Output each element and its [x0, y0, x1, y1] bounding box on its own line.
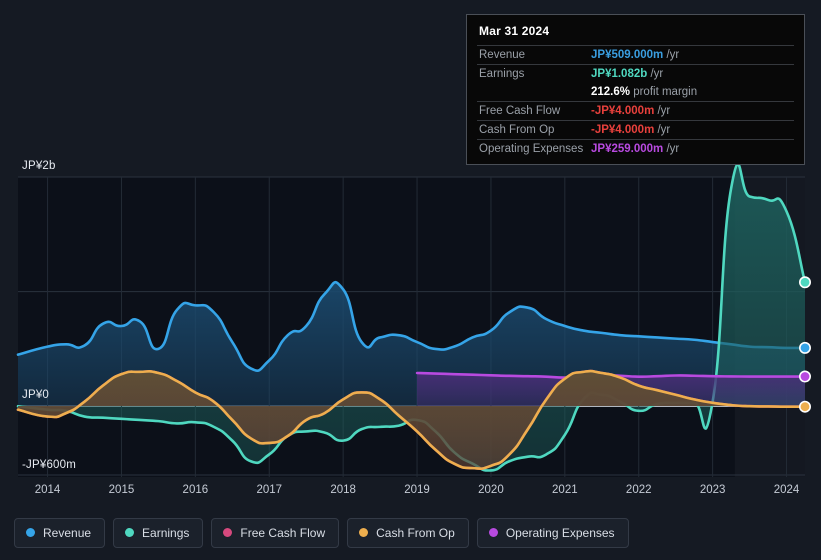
legend-color-dot-icon — [223, 528, 233, 537]
tooltip-row-key: Operating Expenses — [477, 139, 589, 158]
tooltip-row-key: Free Cash Flow — [477, 101, 589, 121]
endpoint-marker-cash-from-op[interactable] — [798, 400, 811, 413]
tooltip-row-value: JP¥1.082b /yr — [589, 64, 794, 83]
legend-item-label: Cash From Op — [376, 525, 455, 540]
legend-item-operating-expenses[interactable]: Operating Expenses — [476, 517, 629, 548]
x-axis-tick-2020: 2020 — [478, 484, 504, 496]
tooltip-row-key: Earnings — [477, 64, 589, 83]
legend-item-earnings[interactable]: Earnings — [113, 517, 204, 548]
tooltip-row-value: -JP¥4.000m /yr — [589, 120, 794, 140]
x-axis-tick-2021: 2021 — [552, 484, 578, 496]
tooltip-row: Free Cash Flow -JP¥4.000m /yr — [477, 101, 794, 121]
legend-color-dot-icon — [26, 528, 35, 537]
legend-item-free-cash-flow[interactable]: Free Cash Flow — [211, 517, 340, 548]
tooltip-row: 212.6% profit margin — [477, 83, 794, 102]
y-axis-label-bottom: -JP¥600m — [22, 459, 77, 471]
legend-item-revenue[interactable]: Revenue — [14, 517, 106, 548]
data-tooltip: Mar 31 2024 Revenue JP¥509.000m /yr Earnin… — [466, 14, 805, 165]
tooltip-row: Revenue JP¥509.000m /yr — [477, 45, 794, 65]
endpoint-marker-operating-expenses[interactable] — [798, 370, 811, 383]
tooltip-row-value: -JP¥4.000m /yr — [589, 101, 794, 121]
financial-chart-widget: JP¥2b JP¥0 -JP¥600m 2014 2015 2016 2017 2018… — [0, 0, 821, 560]
chart-legend: Revenue Earnings Free Cash Flow Cash From O… — [0, 505, 821, 560]
legend-item-label: Revenue — [43, 525, 92, 540]
endpoint-marker-earnings[interactable] — [798, 276, 811, 289]
endpoint-marker-revenue[interactable] — [798, 341, 811, 354]
tooltip-row: Cash From Op -JP¥4.000m /yr — [477, 120, 794, 140]
x-axis-tick-2015: 2015 — [108, 484, 135, 496]
x-axis-tick-2023: 2023 — [699, 484, 726, 496]
legend-color-dot-icon — [488, 528, 498, 537]
y-axis-label-top: JP¥2b — [22, 160, 56, 172]
tooltip-row-key: Revenue — [477, 45, 589, 65]
x-axis-tick-2024: 2024 — [773, 484, 800, 496]
tooltip-row-key — [477, 83, 589, 102]
tooltip-row: Earnings JP¥1.082b /yr — [477, 64, 794, 83]
tooltip-row-value: 212.6% profit margin — [591, 86, 698, 98]
legend-item-label: Earnings — [142, 525, 190, 540]
x-axis-tick-2016: 2016 — [182, 484, 209, 496]
tooltip-table: Revenue JP¥509.000m /yr Earnings JP¥1.082b … — [477, 45, 794, 158]
tooltip-row-value: JP¥509.000m /yr — [589, 45, 794, 65]
legend-color-dot-icon — [125, 528, 135, 537]
legend-item-label: Operating Expenses — [505, 525, 615, 540]
legend-item-cash-from-op[interactable]: Cash From Op — [347, 517, 469, 548]
tooltip-row-key: Cash From Op — [477, 120, 589, 140]
x-axis-tick-2022: 2022 — [625, 484, 652, 496]
x-axis-tick-2014: 2014 — [34, 484, 61, 496]
x-axis-tick-2019: 2019 — [404, 484, 430, 496]
x-axis-tick-2017: 2017 — [256, 484, 283, 496]
tooltip-date: Mar 31 2024 — [479, 24, 550, 38]
legend-item-label: Free Cash Flow — [240, 525, 326, 540]
tooltip-row: Operating Expenses JP¥259.000m /yr — [477, 139, 794, 158]
y-axis-label-zero: JP¥0 — [22, 389, 50, 401]
legend-color-dot-icon — [359, 528, 369, 537]
tooltip-row-value: JP¥259.000m /yr — [589, 139, 794, 158]
x-axis-tick-2018: 2018 — [330, 484, 356, 496]
